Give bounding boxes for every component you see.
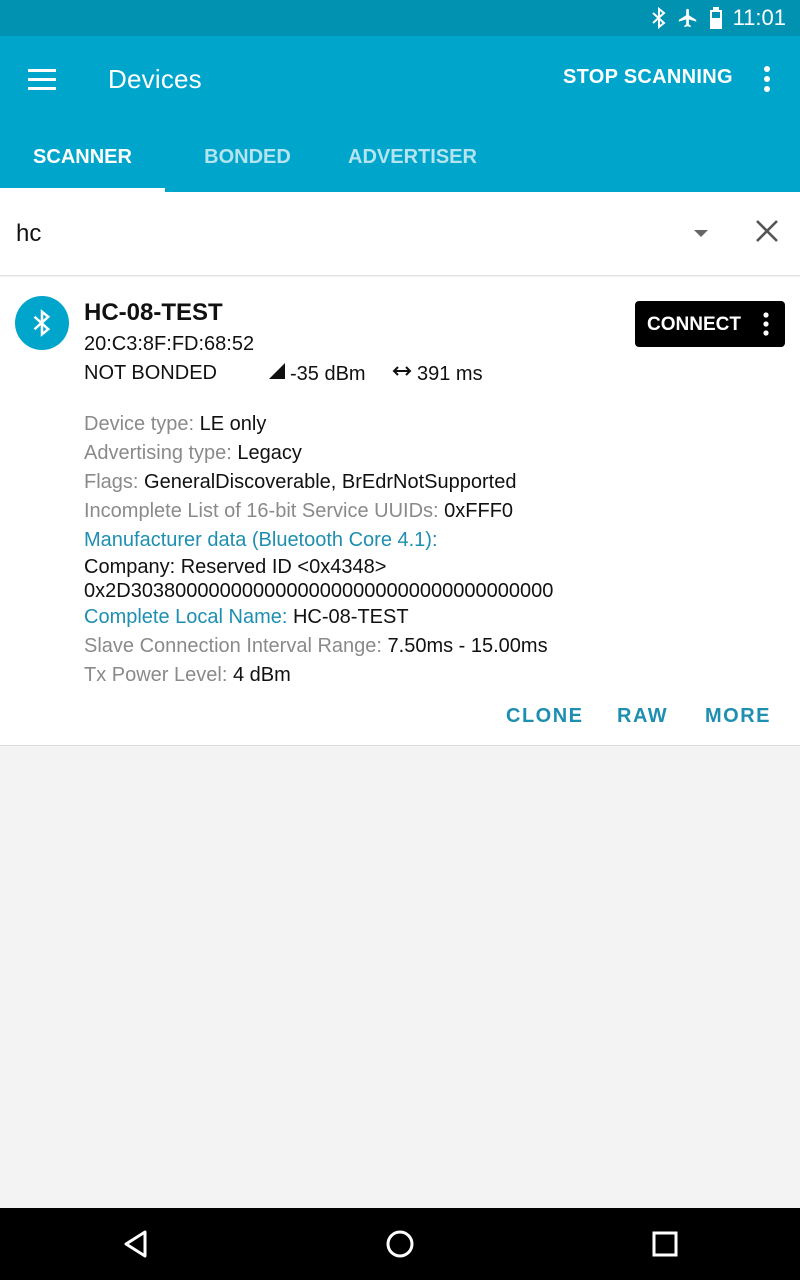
- service-uuids-row: Incomplete List of 16-bit Service UUIDs:…: [84, 500, 514, 522]
- interval-value: 391 ms: [417, 362, 483, 385]
- tx-power-row: Tx Power Level: 4 dBm: [84, 664, 291, 686]
- menu-icon[interactable]: [24, 62, 60, 98]
- connect-label: CONNECT: [647, 314, 741, 335]
- more-button[interactable]: MORE: [705, 705, 771, 728]
- device-type-row: Device type: LE only: [84, 413, 267, 435]
- manufacturer-data-label: Manufacturer data (Bluetooth Core 4.1):: [84, 529, 438, 551]
- raw-button[interactable]: RAW: [617, 705, 668, 728]
- manufacturer-raw-data: 0x2D303800000000000000000000000000000000…: [84, 580, 554, 602]
- device-name: HC-08-TEST: [84, 299, 223, 326]
- battery-icon: [709, 6, 723, 30]
- navigation-bar: [0, 1208, 800, 1280]
- local-name-row: Complete Local Name: HC-08-TEST: [84, 606, 409, 628]
- clear-filter-icon[interactable]: [754, 218, 780, 244]
- card-actions: CLONE RAW MORE: [0, 705, 800, 729]
- bond-state: NOT BONDED: [84, 362, 217, 384]
- tab-bonded[interactable]: BONDED: [165, 124, 330, 192]
- rssi-value: -35 dBm: [290, 362, 366, 385]
- rssi-indicator: -35 dBm: [268, 362, 366, 386]
- connect-button[interactable]: CONNECT: [635, 301, 785, 347]
- clone-button[interactable]: CLONE: [506, 705, 584, 728]
- app-bar: Devices STOP SCANNING SCANNER BONDED ADV…: [0, 36, 800, 192]
- page-title: Devices: [108, 64, 202, 94]
- manufacturer-data-row: Manufacturer data (Bluetooth Core 4.1): …: [84, 526, 784, 603]
- stop-scanning-button[interactable]: STOP SCANNING: [563, 66, 733, 89]
- device-address: 20:C3:8F:FD:68:52: [84, 333, 255, 355]
- connect-options-icon[interactable]: [761, 311, 771, 337]
- overflow-menu-icon[interactable]: [756, 64, 778, 94]
- adv-type-row: Advertising type: Legacy: [84, 442, 302, 464]
- recents-icon[interactable]: [647, 1226, 683, 1262]
- home-icon[interactable]: [382, 1226, 418, 1262]
- manufacturer-company: Company: Reserved ID <0x4348>: [84, 556, 387, 578]
- tab-bar: SCANNER BONDED ADVERTISER: [0, 124, 800, 192]
- bluetooth-device-icon: [15, 296, 69, 350]
- filter-bar: hc: [0, 192, 800, 276]
- device-card[interactable]: HC-08-TEST 20:C3:8F:FD:68:52 NOT BONDED …: [0, 277, 800, 746]
- airplane-mode-icon: [677, 7, 699, 29]
- bluetooth-icon: [651, 6, 667, 30]
- flags-row: Flags: GeneralDiscoverable, BrEdrNotSupp…: [84, 471, 517, 493]
- tab-advertiser[interactable]: ADVERTISER: [330, 124, 495, 192]
- filter-input[interactable]: hc: [16, 220, 41, 248]
- advertising-details: Device type: LE only Advertising type: L…: [84, 410, 784, 690]
- interval-arrows-icon: [391, 362, 413, 386]
- adv-interval-indicator: 391 ms: [391, 362, 483, 386]
- tab-scanner[interactable]: SCANNER: [0, 124, 165, 192]
- back-icon[interactable]: [118, 1226, 154, 1262]
- clock: 11:01: [732, 5, 786, 30]
- status-bar: 11:01: [0, 0, 800, 36]
- dropdown-arrow-icon[interactable]: [690, 226, 712, 242]
- signal-strength-icon: [268, 362, 286, 386]
- slave-interval-row: Slave Connection Interval Range: 7.50ms …: [84, 635, 548, 657]
